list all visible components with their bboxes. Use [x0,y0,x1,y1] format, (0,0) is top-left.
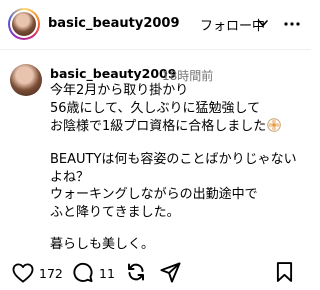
repost-icon[interactable] [126,262,146,282]
caption-line: ふと降りてきました。 [50,205,180,220]
heart-icon[interactable] [12,263,34,283]
avatar-image [12,12,36,36]
caption-line: ウォーキングしながらの出勤途中で [50,187,258,202]
more-icon[interactable] [284,22,300,26]
caption-avatar[interactable] [10,64,42,96]
comment-icon[interactable] [72,262,93,283]
header-username[interactable]: basic_beauty2009 [48,16,180,31]
story-avatar[interactable] [8,8,40,40]
caption-line-text: お陰様で1級プロ資格に合格しました [50,119,267,134]
bookmark-icon[interactable] [276,261,293,283]
caption-line: 今年2月から取り掛かり [50,83,189,98]
caption-line: BEAUTYは何も容姿のことばかりじゃない [50,152,297,167]
caption-username[interactable]: basic_beauty2009 [50,66,176,81]
action-bar: 172 11 [0,250,311,290]
caption-line: お陰様で1級プロ資格に合格しました [50,118,282,135]
comment-count[interactable]: 11 [99,266,115,281]
caption-line: よね？ [50,170,90,185]
following-button[interactable]: フォロー中 [200,15,265,34]
flower-emoji-icon [267,118,282,132]
post-header: basic_beauty2009 フォロー中 [0,0,311,50]
like-count[interactable]: 172 [39,266,63,281]
chevron-down-icon[interactable] [258,20,268,27]
share-icon[interactable] [160,262,181,283]
caption-line: 56歳にして、久しぶりに猛勉強して [50,101,261,116]
